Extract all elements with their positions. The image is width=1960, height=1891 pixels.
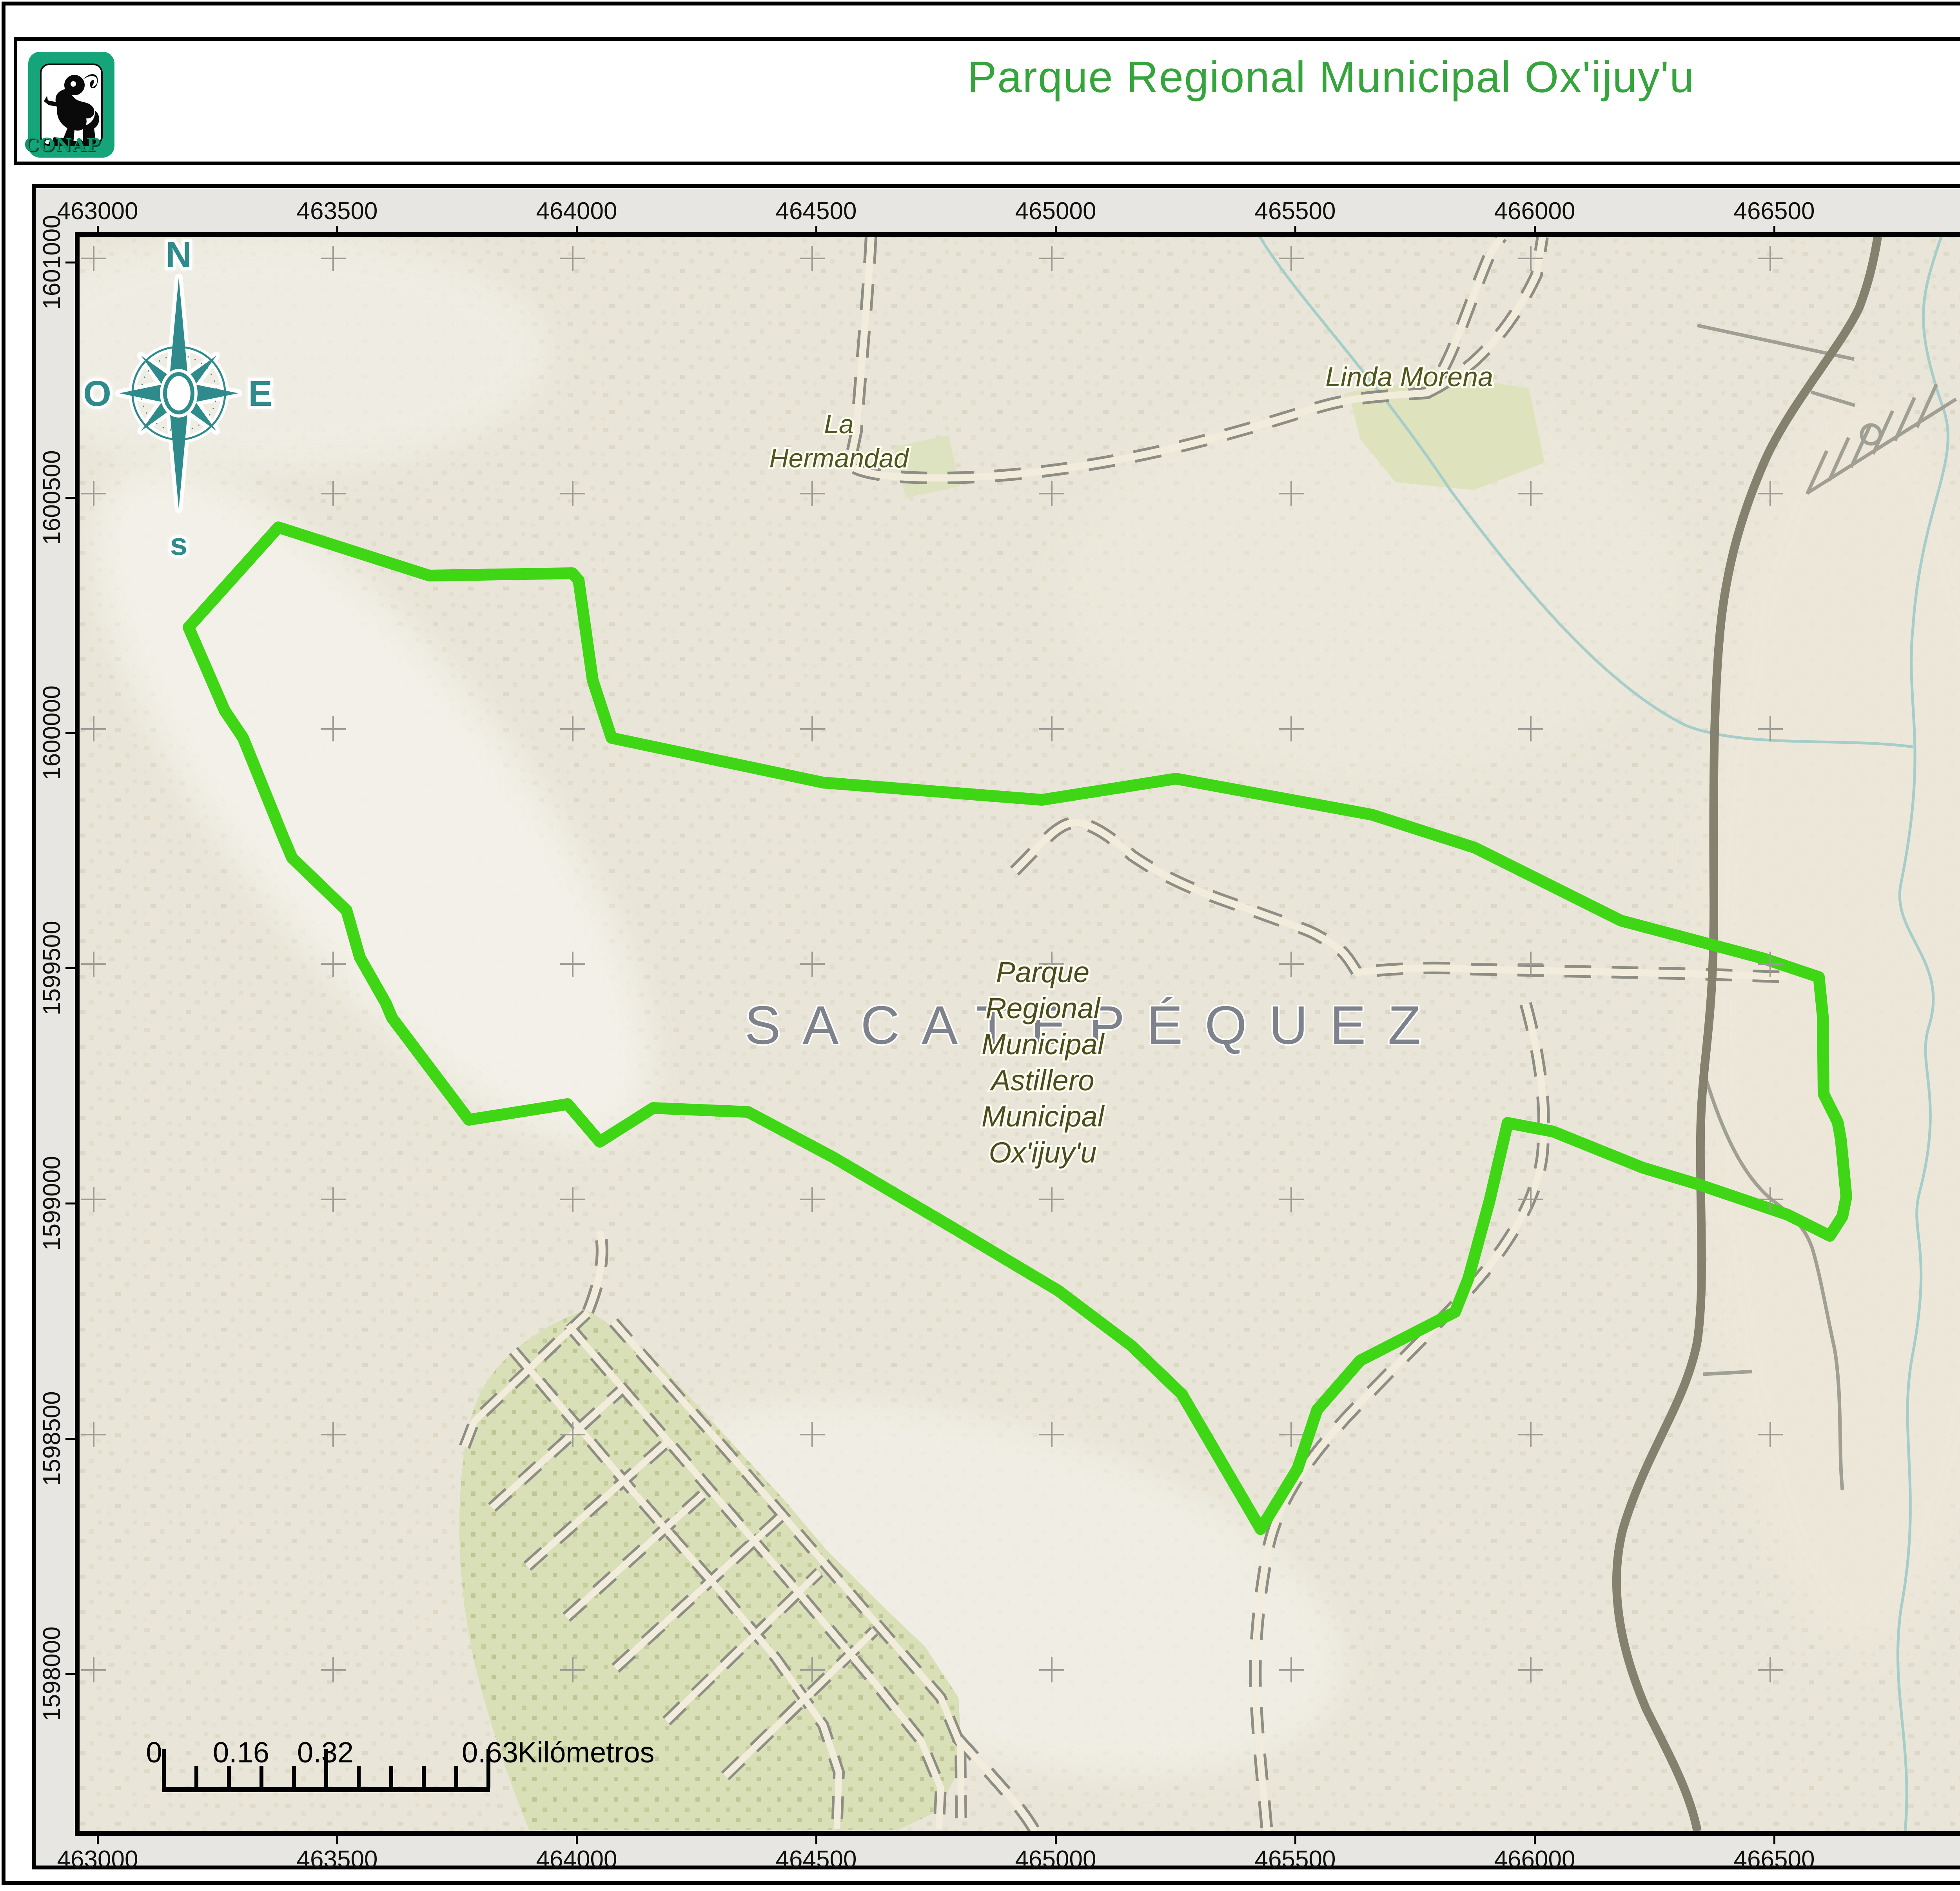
x-axis-tick-label: 464000 [526, 198, 628, 224]
park-label: Municipal [982, 1028, 1105, 1061]
axis-tick-mark [815, 1836, 817, 1844]
y-axis-tick-label: 1599000 [39, 1144, 65, 1262]
map-frame: N s O E SACATEPÉQUEZ La Hermandad Linda … [32, 184, 1960, 1869]
axis-tick-mark [65, 1673, 75, 1675]
y-axis-tick-label: 1598000 [39, 1615, 65, 1733]
x-axis-tick-label: 464000 [526, 1847, 628, 1873]
axis-tick-mark [97, 1836, 99, 1844]
y-axis-tick-label: 1598500 [39, 1380, 65, 1497]
x-axis-tick-label: 466000 [1484, 1847, 1586, 1873]
axis-tick-mark [1534, 1836, 1536, 1844]
axis-tick-mark [65, 497, 75, 499]
compass-n: N [166, 237, 192, 275]
x-axis-tick-label: 463000 [47, 1847, 149, 1873]
y-axis-tick-label: 1600000 [39, 674, 65, 792]
axis-tick-mark [1055, 226, 1057, 234]
park-label: Ox'ijuy'u [989, 1136, 1096, 1169]
axis-tick-mark [336, 1836, 338, 1844]
park-label: Regional [985, 992, 1101, 1025]
x-axis-tick-label: 466000 [1484, 198, 1586, 224]
park-label: Parque [996, 956, 1090, 988]
y-axis-tick-label: 1601000 [39, 203, 65, 321]
axis-tick-mark [65, 732, 75, 734]
header: CONAP Parque Regional Municipal Ox'ijuy'… [14, 37, 1960, 165]
x-axis-tick-label: 466500 [1723, 1847, 1825, 1873]
axis-tick-mark [336, 226, 338, 234]
scale-tick-label: 0.16 [213, 1736, 269, 1769]
x-axis-tick-label: 465000 [1005, 198, 1107, 224]
compass-e: E [248, 374, 272, 414]
settlement-label: Hermandad [769, 443, 909, 473]
axis-tick-mark [1055, 1836, 1057, 1844]
axis-tick-mark [97, 226, 99, 234]
map-canvas: N s O E SACATEPÉQUEZ La Hermandad Linda … [80, 237, 1960, 1831]
map-viewport: N s O E SACATEPÉQUEZ La Hermandad Linda … [75, 232, 1960, 1836]
axis-tick-mark [815, 226, 817, 234]
axis-tick-mark [65, 262, 75, 263]
y-axis-tick-label: 1599500 [39, 909, 65, 1027]
y-axis-tick-label: 1600500 [39, 439, 65, 556]
park-label: Municipal [982, 1100, 1105, 1133]
x-axis-tick-label: 465000 [1005, 1847, 1107, 1873]
conap-logo-text: CONAP [24, 134, 83, 155]
axis-tick-mark [65, 1203, 75, 1204]
page-title: Parque Regional Municipal Ox'ijuy'u [17, 52, 1960, 102]
scale-tick-label: 0 [146, 1736, 162, 1769]
compass-s: s [170, 527, 188, 561]
x-axis-tick-label: 464500 [765, 1847, 867, 1873]
axis-tick-mark [1773, 1836, 1775, 1844]
compass-w: O [83, 374, 111, 414]
x-axis-tick-label: 463500 [286, 1847, 388, 1873]
park-label: Astillero [989, 1064, 1094, 1097]
x-axis-tick-label: 466500 [1723, 198, 1825, 224]
axis-tick-mark [1773, 226, 1775, 234]
axis-tick-mark [65, 967, 75, 969]
scale-unit-label: Kilómetros [517, 1736, 655, 1769]
x-axis-tick-label: 464500 [765, 198, 867, 224]
axis-tick-mark [576, 226, 578, 234]
axis-tick-mark [1294, 1836, 1296, 1844]
settlement-label: La [824, 409, 854, 439]
axis-tick-mark [576, 1836, 578, 1844]
x-axis-tick-label: 465500 [1244, 1847, 1346, 1873]
axis-tick-mark [65, 1438, 75, 1440]
axis-tick-mark [1534, 226, 1536, 234]
axis-tick-mark [1294, 226, 1296, 234]
x-axis-tick-label: 463500 [286, 198, 388, 224]
x-axis-tick-label: 465500 [1244, 198, 1346, 224]
settlement-label: Linda Morena [1325, 361, 1493, 392]
